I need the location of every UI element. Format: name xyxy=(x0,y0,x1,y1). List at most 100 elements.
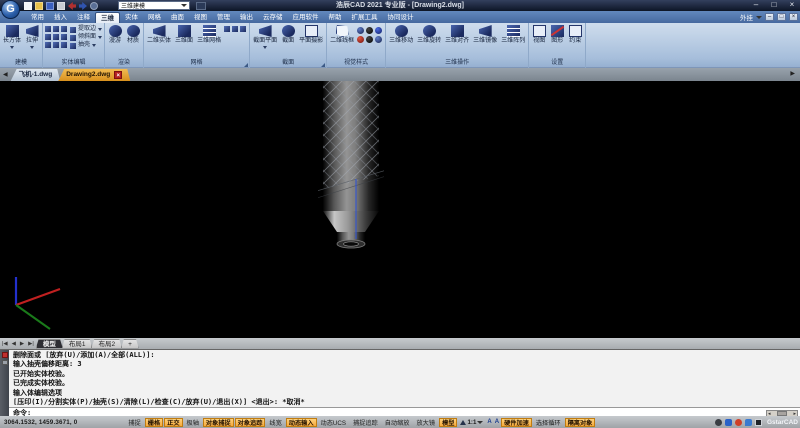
tab-apps[interactable]: 应用软件 xyxy=(288,12,324,23)
chat-icon[interactable] xyxy=(745,419,752,426)
toggle-snap-tracking[interactable]: 捕捉追踪 xyxy=(350,418,381,427)
toggle-lineweight[interactable]: 线宽 xyxy=(266,418,284,427)
tab-annotate[interactable]: 注释 xyxy=(72,12,95,23)
annotation-visibility-icon[interactable]: A xyxy=(486,419,492,425)
tab-cloud[interactable]: 云存储 xyxy=(258,12,288,23)
app-logo-button[interactable]: G xyxy=(1,0,20,19)
3d-move-button[interactable]: 三维移动 xyxy=(388,24,414,45)
fullscreen-icon[interactable] xyxy=(755,419,762,426)
chamfer-edge-icon[interactable] xyxy=(53,34,59,40)
visual-style-conceptual-icon[interactable] xyxy=(366,27,373,34)
revolved-mesh-icon[interactable] xyxy=(224,26,230,32)
layout-nav-first-icon[interactable]: |◀ xyxy=(0,341,10,347)
tab-output[interactable]: 输出 xyxy=(235,12,258,23)
tab-insert[interactable]: 插入 xyxy=(49,12,72,23)
toggle-ortho[interactable]: 正交 xyxy=(164,418,182,427)
toggle-dynamic-input[interactable]: 动态输入 xyxy=(286,418,317,427)
toggle-selection-cycling[interactable]: 选择循环 xyxy=(533,418,564,427)
union-icon[interactable] xyxy=(45,26,51,32)
panel-launcher-icon[interactable] xyxy=(321,63,325,67)
taper-face-button[interactable]: 倾斜面 xyxy=(70,34,102,41)
command-history[interactable]: 删除面或 [放弃(U)/添加(A)/全部(ALL)]: 输入抽壳偏移距离: 3 … xyxy=(9,350,800,407)
drawing-viewport[interactable] xyxy=(0,81,800,338)
doc-tabs-scroll-right[interactable]: ▶ xyxy=(787,68,798,80)
pin-icon[interactable] xyxy=(735,419,742,426)
3d-array-button[interactable]: 三维阵列 xyxy=(500,24,526,45)
toggle-otrack[interactable]: 对象追踪 xyxy=(235,418,266,427)
view-button[interactable]: 视图 xyxy=(531,24,547,45)
materials-button[interactable]: 材质 xyxy=(125,24,141,45)
gear-icon[interactable] xyxy=(715,419,722,426)
section-plane-button[interactable]: 截面平面 xyxy=(252,24,278,49)
visual-style-shaded-icon[interactable] xyxy=(375,27,382,34)
panel-launcher-icon[interactable] xyxy=(244,63,248,67)
tab-solid[interactable]: 实体 xyxy=(120,12,143,23)
doc-tabs-scroll-left[interactable]: ◀ xyxy=(0,69,11,81)
3d-align-button[interactable]: 三维对齐 xyxy=(444,24,470,45)
toggle-magnifier[interactable]: 放大镜 xyxy=(414,418,439,427)
doc-tab-feiji[interactable]: 飞机-1.dwg xyxy=(11,69,61,81)
close-button[interactable]: × xyxy=(787,0,797,10)
doc-minimize-button[interactable]: – xyxy=(765,13,774,21)
ruled-mesh-icon[interactable] xyxy=(240,26,246,32)
shell-button[interactable]: 抽壳 xyxy=(70,42,102,49)
visual-style-sketchy-icon[interactable] xyxy=(366,36,373,43)
2d-wireframe-button[interactable]: 二维线框 xyxy=(329,24,355,45)
layout-tab-model[interactable]: 模型 xyxy=(36,339,63,349)
extract-edges-button[interactable]: 提取边 xyxy=(70,26,102,33)
graphics-button[interactable]: 图形 xyxy=(549,24,565,45)
3d-mesh-button[interactable]: 三维网格 xyxy=(196,24,222,45)
color-face-icon[interactable] xyxy=(61,34,67,40)
3d-cylinder-model[interactable] xyxy=(318,81,384,253)
box-button[interactable]: 长方体 xyxy=(2,24,22,49)
layout-tab-add[interactable]: + xyxy=(121,339,139,349)
visual-style-realistic-icon[interactable] xyxy=(357,36,364,43)
3d-face-button[interactable]: 三维面 xyxy=(174,24,194,45)
intersect-icon[interactable] xyxy=(61,26,67,32)
2d-solid-button[interactable]: 二维实体 xyxy=(146,24,172,45)
toggle-dynamic-ucs[interactable]: 动态UCS xyxy=(318,418,349,427)
toggle-grid[interactable]: 栅格 xyxy=(145,418,163,427)
doc-tab-close-icon[interactable]: × xyxy=(114,71,122,79)
doc-tab-drawing2[interactable]: Drawing2.dwg × xyxy=(58,69,130,81)
doc-close-button[interactable]: × xyxy=(789,13,798,21)
layout-nav-prev-icon[interactable]: ◀ xyxy=(10,341,18,347)
offset-face-icon[interactable] xyxy=(53,42,59,48)
minimize-button[interactable]: – xyxy=(751,0,761,10)
tab-view[interactable]: 视图 xyxy=(189,12,212,23)
visual-style-xray-icon[interactable] xyxy=(375,36,382,43)
toggle-osnap[interactable]: 对象捕捉 xyxy=(203,418,234,427)
flatshot-button[interactable]: 平面摄影 xyxy=(298,24,324,45)
move-face-icon[interactable] xyxy=(45,42,51,48)
subtract-icon[interactable] xyxy=(53,26,59,32)
maximize-button[interactable]: □ xyxy=(769,0,779,10)
command-close-icon[interactable] xyxy=(2,352,8,358)
tab-help[interactable]: 帮助 xyxy=(324,12,347,23)
constraint-button[interactable]: 约束 xyxy=(567,24,583,45)
annotation-autoscale-icon[interactable]: A xyxy=(494,419,500,425)
walk-button[interactable]: 漫游 xyxy=(107,24,123,45)
tab-mesh[interactable]: 网格 xyxy=(143,12,166,23)
edge-mesh-icon[interactable] xyxy=(232,26,238,32)
3d-rotate-button[interactable]: 三维旋转 xyxy=(416,24,442,45)
toggle-polar[interactable]: 极轴 xyxy=(184,418,202,427)
doc-restore-button[interactable]: □ xyxy=(777,13,786,21)
toggle-model-space[interactable]: 模型 xyxy=(439,418,457,427)
visual-style-hidden-icon[interactable] xyxy=(357,27,364,34)
toggle-autoscale[interactable]: 自动缩放 xyxy=(382,418,413,427)
extrude-button[interactable]: 拉伸 xyxy=(24,24,40,49)
3d-mirror-button[interactable]: 三维镜像 xyxy=(472,24,498,45)
toggle-hardware-acceleration[interactable]: 硬件加速 xyxy=(501,418,532,427)
toggle-isolate-objects[interactable]: 隔离对象 xyxy=(565,418,596,427)
toggle-snap[interactable]: 捕捉 xyxy=(125,418,143,427)
layout-tab-layout1[interactable]: 布局1 xyxy=(62,339,93,349)
tab-surface[interactable]: 曲面 xyxy=(166,12,189,23)
tab-3d[interactable]: 三维 xyxy=(95,12,120,23)
fillet-edge-icon[interactable] xyxy=(45,34,51,40)
section-button[interactable]: 截面 xyxy=(280,24,296,45)
plugin-menu[interactable]: 外挂 xyxy=(740,12,753,22)
tab-manage[interactable]: 管理 xyxy=(212,12,235,23)
delete-face-icon[interactable] xyxy=(61,42,67,48)
tab-express-tools[interactable]: 扩展工具 xyxy=(347,12,383,23)
layout-nav-last-icon[interactable]: ▶| xyxy=(26,341,36,347)
